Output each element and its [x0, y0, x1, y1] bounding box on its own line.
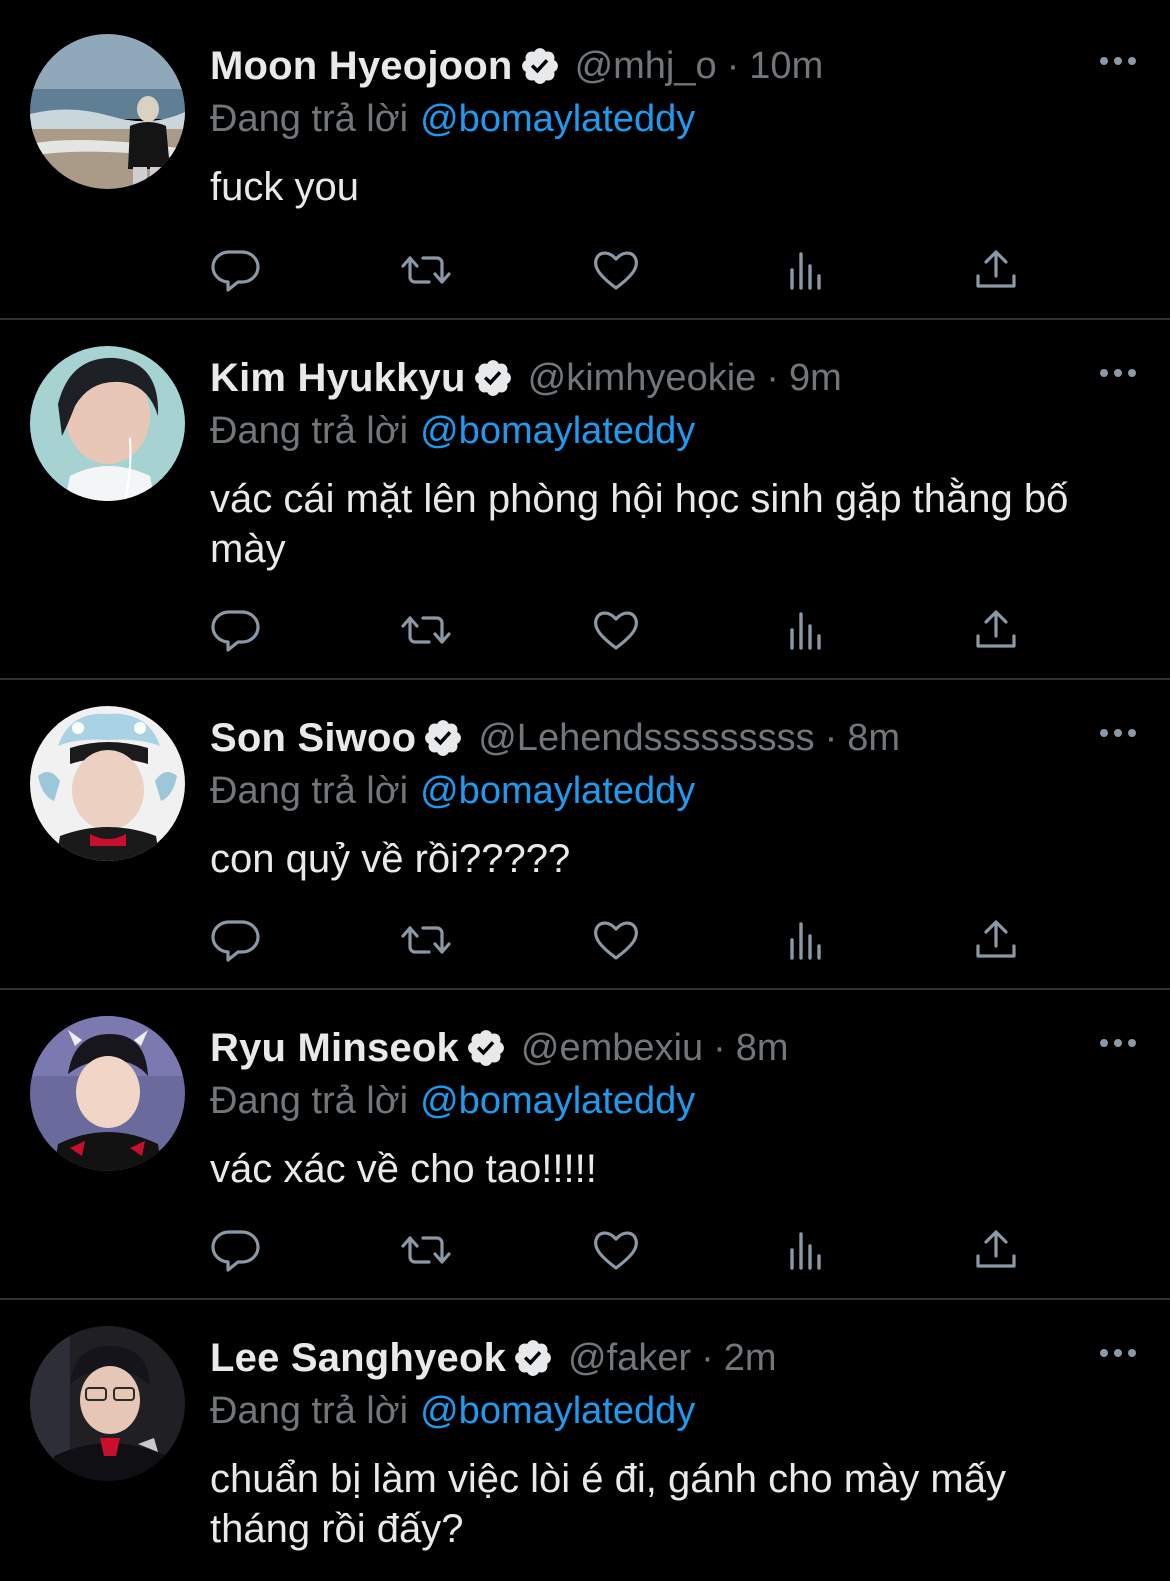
reply-context: Đang trả lời @bomaylateddy [210, 1076, 1140, 1126]
separator-dot: · [766, 356, 779, 399]
verified-badge-icon [512, 1337, 554, 1379]
tweet-actions [210, 1226, 1030, 1276]
timestamp[interactable]: 8m [847, 717, 900, 760]
reply-mention-link[interactable]: @bomaylateddy [420, 1390, 695, 1432]
user-handle[interactable]: @faker [568, 1337, 691, 1380]
reply-icon[interactable] [210, 606, 262, 654]
timestamp[interactable]: 2m [724, 1337, 777, 1380]
avatar[interactable] [30, 346, 185, 501]
retweet-icon[interactable] [400, 1226, 452, 1274]
display-name[interactable]: Moon Hyeojoon [210, 44, 513, 89]
separator-dot: · [726, 44, 740, 87]
user-handle[interactable]: @mhj_o [575, 45, 717, 88]
tweet-item[interactable]: Moon Hyeojoon @mhj_o · 10m Đang trả lời @… [0, 0, 1170, 320]
more-options-icon[interactable] [1096, 1338, 1140, 1368]
retweet-icon[interactable] [400, 606, 452, 654]
tweet-text: fuck you [210, 165, 359, 209]
avatar[interactable] [30, 34, 185, 189]
user-handle[interactable]: @kimhyeokie [528, 357, 757, 400]
tweet-header: Lee Sanghyeok @faker · 2m [210, 1330, 1140, 1386]
views-chart-icon[interactable] [780, 606, 832, 654]
display-name[interactable]: Ryu Minseok [210, 1026, 459, 1071]
tweet-item[interactable]: Ryu Minseok @embexiu · 8m Đang trả lời @b… [0, 990, 1170, 1300]
verified-badge-icon [465, 1027, 507, 1069]
reply-prefix: Đang trả lời [210, 1390, 409, 1432]
reply-mention-link[interactable]: @bomaylateddy [420, 770, 695, 812]
retweet-icon[interactable] [400, 916, 452, 964]
avatar[interactable] [30, 1326, 185, 1481]
share-icon[interactable] [970, 606, 1022, 654]
reply-mention-link[interactable]: @bomaylateddy [420, 98, 695, 140]
reply-prefix: Đang trả lời [210, 410, 409, 452]
share-icon[interactable] [970, 246, 1022, 294]
verified-badge-icon [422, 717, 464, 759]
reply-context: Đang trả lời @bomaylateddy [210, 406, 1140, 456]
reply-context: Đang trả lời @bomaylateddy [210, 1386, 1140, 1436]
reply-icon[interactable] [210, 916, 262, 964]
more-options-icon[interactable] [1096, 1028, 1140, 1058]
avatar[interactable] [30, 706, 185, 861]
display-name[interactable]: Kim Hyukkyu [210, 356, 466, 401]
separator-dot: · [701, 1336, 714, 1379]
timestamp[interactable]: 8m [736, 1027, 789, 1070]
views-chart-icon[interactable] [780, 1226, 832, 1274]
tweet-text: con quỷ về rồi????? [210, 837, 571, 881]
timestamp[interactable]: 9m [789, 357, 842, 400]
reply-icon[interactable] [210, 1226, 262, 1274]
tweet-actions [210, 916, 1030, 966]
like-heart-icon[interactable] [590, 246, 642, 294]
more-options-icon[interactable] [1096, 46, 1140, 76]
reply-prefix: Đang trả lời [210, 770, 409, 812]
verified-badge-icon [519, 45, 561, 87]
verified-badge-icon [472, 357, 514, 399]
timestamp[interactable]: 10m [749, 45, 823, 88]
user-handle[interactable]: @embexiu [521, 1027, 703, 1070]
tweet-actions [210, 606, 1030, 656]
tweet-header: Kim Hyukkyu @kimhyeokie · 9m [210, 350, 1140, 406]
user-handle[interactable]: @Lehendsssssssss [478, 717, 814, 760]
tweet-text: vác xác về cho tao!!!!! [210, 1147, 597, 1191]
tweet-header: Moon Hyeojoon @mhj_o · 10m [210, 38, 1140, 94]
tweet-item[interactable]: Lee Sanghyeok @faker · 2m Đang trả lời @b… [0, 1300, 1170, 1579]
tweet-actions [210, 246, 1030, 296]
retweet-icon[interactable] [400, 246, 452, 294]
views-chart-icon[interactable] [780, 916, 832, 964]
reply-context: Đang trả lời @bomaylateddy [210, 766, 1140, 816]
display-name[interactable]: Son Siwoo [210, 716, 416, 761]
reply-mention-link[interactable]: @bomaylateddy [420, 410, 695, 452]
reply-prefix: Đang trả lời [210, 1080, 409, 1122]
separator-dot: · [824, 716, 838, 759]
tweet-header: Ryu Minseok @embexiu · 8m [210, 1020, 1140, 1076]
more-options-icon[interactable] [1096, 718, 1140, 748]
tweet-text: chuẩn bị làm việc lòi é đi, gánh cho mày… [210, 1457, 1006, 1551]
more-options-icon[interactable] [1096, 358, 1140, 388]
reply-context: Đang trả lời @bomaylateddy [210, 94, 1140, 144]
like-heart-icon[interactable] [590, 606, 642, 654]
reply-feed: Moon Hyeojoon @mhj_o · 10m Đang trả lời @… [0, 0, 1170, 1579]
avatar[interactable] [30, 1016, 185, 1171]
separator-dot: · [713, 1026, 726, 1069]
views-chart-icon[interactable] [780, 246, 832, 294]
like-heart-icon[interactable] [590, 916, 642, 964]
tweet-item[interactable]: Son Siwoo @Lehendsssssssss · 8m Đang trả… [0, 680, 1170, 990]
tweet-text: vác cái mặt lên phòng hội học sinh gặp t… [210, 477, 1069, 571]
tweet-item[interactable]: Kim Hyukkyu @kimhyeokie · 9m Đang trả lờ… [0, 320, 1170, 680]
reply-prefix: Đang trả lời [210, 98, 409, 140]
share-icon[interactable] [970, 916, 1022, 964]
tweet-header: Son Siwoo @Lehendsssssssss · 8m [210, 710, 1140, 766]
reply-mention-link[interactable]: @bomaylateddy [420, 1080, 695, 1122]
display-name[interactable]: Lee Sanghyeok [210, 1336, 506, 1381]
share-icon[interactable] [970, 1226, 1022, 1274]
reply-icon[interactable] [210, 246, 262, 294]
like-heart-icon[interactable] [590, 1226, 642, 1274]
